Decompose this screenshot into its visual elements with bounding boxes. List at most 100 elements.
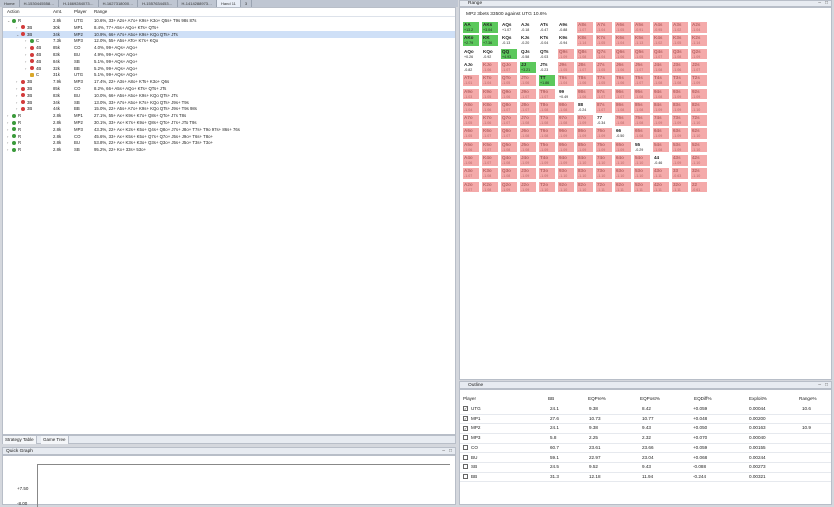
hand-cell[interactable]: QTo -1.05: [500, 74, 518, 87]
hand-cell[interactable]: K2o -1.08: [481, 180, 499, 194]
hand-cell[interactable]: K7o -1.06: [481, 114, 499, 127]
hand-cell[interactable]: 96s -1.07: [614, 87, 632, 101]
hand-cell[interactable]: 66 -0.50: [614, 127, 632, 141]
document-tab[interactable]: H-1627318000…: [99, 0, 139, 7]
hand-cell[interactable]: Q7s -1.04: [595, 47, 613, 61]
hand-cell[interactable]: J3s -1.06: [671, 60, 689, 74]
hand-cell[interactable]: KQo -0.92: [481, 47, 499, 61]
hand-cell[interactable]: K3o -1.08: [481, 167, 499, 181]
hand-cell[interactable]: 22 -0.61: [690, 180, 708, 194]
hand-cell[interactable]: 42s -1.10: [690, 154, 708, 167]
hand-cell[interactable]: A3o -1.07: [462, 167, 480, 181]
hand-cell[interactable]: 72o -1.11: [595, 180, 613, 194]
document-tab[interactable]: 3: [241, 0, 253, 7]
hand-cell[interactable]: 87o -1.09: [576, 114, 594, 127]
hand-cell[interactable]: J3o -1.09: [519, 167, 537, 181]
hand-cell[interactable]: 53o -1.10: [633, 167, 651, 181]
hand-cell[interactable]: 43o -1.11: [652, 167, 670, 181]
hand-cell[interactable]: 86o -1.09: [576, 127, 594, 141]
outline-col-eqpost[interactable]: EQPost%: [640, 396, 660, 401]
hand-cell[interactable]: JTs -0.23: [538, 60, 556, 74]
hand-cell[interactable]: 75s -1.08: [633, 114, 651, 127]
hand-cell[interactable]: 33 -0.63: [671, 167, 689, 181]
hand-cell[interactable]: 54s -1.08: [652, 140, 670, 154]
outline-col-range[interactable]: Range%: [799, 396, 817, 401]
hand-cell[interactable]: Q4o -1.08: [500, 154, 518, 167]
outline-row[interactable]: BB 31.3 12.18 11.94 -0.244 0.00321: [460, 472, 831, 483]
outline-col-player[interactable]: Player: [463, 396, 476, 401]
hand-cell[interactable]: 97s -1.07: [595, 87, 613, 101]
hand-cell[interactable]: 84s -1.09: [652, 100, 670, 114]
hand-cell[interactable]: TT +1.86: [538, 74, 556, 87]
player-checkbox[interactable]: ✓: [463, 425, 468, 431]
hand-cell[interactable]: AKs +3.04: [481, 21, 499, 34]
hand-cell[interactable]: 85o -1.09: [576, 140, 594, 154]
hand-cell[interactable]: J9o -1.07: [519, 87, 537, 101]
hand-cell[interactable]: 93o -1.10: [557, 167, 575, 181]
col-header-action[interactable]: Action: [7, 8, 20, 16]
hand-cell[interactable]: 73o -1.10: [595, 167, 613, 181]
hand-cell[interactable]: KTs -0.04: [538, 34, 556, 48]
hand-cell[interactable]: AKo +2.79: [462, 34, 480, 48]
document-tab[interactable]: H-1669284073…: [59, 0, 99, 7]
minimize-icon[interactable]: –: [818, 382, 821, 388]
hand-cell[interactable]: 82s -1.10: [690, 100, 708, 114]
player-checkbox[interactable]: [463, 454, 468, 460]
hand-cell[interactable]: T2o -1.10: [538, 180, 556, 194]
outline-col-eqdiff[interactable]: EQDiff%: [694, 396, 712, 401]
hand-cell[interactable]: 72s -1.10: [690, 114, 708, 127]
hand-cell[interactable]: 73s -1.09: [671, 114, 689, 127]
minimize-icon[interactable]: –: [818, 0, 821, 6]
hand-cell[interactable]: T5s -1.07: [633, 74, 651, 87]
hand-cell[interactable]: JJ +3.21: [519, 60, 537, 74]
hand-cell[interactable]: 94o -1.09: [557, 154, 575, 167]
hand-cell[interactable]: T7o -1.08: [538, 114, 556, 127]
document-tab[interactable]: H-1530445558…: [20, 0, 60, 7]
hand-cell[interactable]: A5s -0.91: [633, 21, 651, 34]
player-checkbox[interactable]: ✓: [463, 415, 468, 421]
hand-cell[interactable]: Q7o -1.07: [500, 114, 518, 127]
player-checkbox[interactable]: [463, 445, 468, 451]
hand-cell[interactable]: 65o -1.09: [614, 140, 632, 154]
player-checkbox[interactable]: [463, 474, 468, 480]
hand-cell[interactable]: 76o -1.09: [595, 127, 613, 141]
hand-cell[interactable]: J7s -1.05: [595, 60, 613, 74]
hand-cell[interactable]: A2s -1.04: [690, 21, 708, 34]
hand-cell[interactable]: J6s -1.06: [614, 60, 632, 74]
hand-cell[interactable]: T6s -1.06: [614, 74, 632, 87]
tab-strategy-table[interactable]: Strategy Table: [3, 436, 37, 444]
hand-cell[interactable]: 95s -1.08: [633, 87, 651, 101]
hand-cell[interactable]: 32s -1.10: [690, 167, 708, 181]
maximize-icon[interactable]: □: [449, 448, 452, 454]
hand-cell[interactable]: 93s -1.09: [671, 87, 689, 101]
hand-cell[interactable]: 76s -1.08: [614, 114, 632, 127]
hand-cell[interactable]: K6s -1.04: [614, 34, 632, 48]
hand-cell[interactable]: J4o -1.09: [519, 154, 537, 167]
hand-cell[interactable]: 52o -1.11: [633, 180, 651, 194]
hand-cell[interactable]: A5o -1.06: [462, 140, 480, 154]
document-tab[interactable]: H-1414288973…: [178, 0, 218, 7]
hand-cell[interactable]: T6o -1.08: [538, 127, 556, 141]
hand-cell[interactable]: AA +13.2: [462, 21, 480, 34]
hand-cell[interactable]: KTo -1.04: [481, 74, 499, 87]
hand-cell[interactable]: 92s -1.09: [690, 87, 708, 101]
document-tab[interactable]: H-1557634453…: [138, 0, 178, 7]
hand-cell[interactable]: T8s -1.06: [576, 74, 594, 87]
hand-cell[interactable]: QJs -0.58: [519, 47, 537, 61]
hand-cell[interactable]: ATs -0.47: [538, 21, 556, 34]
hand-cell[interactable]: ATo -1.01: [462, 74, 480, 87]
hand-cell[interactable]: 32o -1.11: [671, 180, 689, 194]
hand-cell[interactable]: Q6o -1.07: [500, 127, 518, 141]
hand-cell[interactable]: J7o -1.08: [519, 114, 537, 127]
hand-cell[interactable]: 82o -1.10: [576, 180, 594, 194]
hand-cell[interactable]: 42o -1.11: [652, 180, 670, 194]
player-checkbox[interactable]: ✓: [463, 406, 468, 412]
hand-cell[interactable]: K3s -1.05: [671, 34, 689, 48]
hand-cell[interactable]: Q8o -1.07: [500, 100, 518, 114]
hand-cell[interactable]: Q9s -1.09: [557, 47, 575, 61]
outline-col-exploit[interactable]: Exploit%: [749, 396, 767, 401]
hand-cell[interactable]: K5o -1.07: [481, 140, 499, 154]
outline-col-bb[interactable]: BB: [548, 396, 554, 401]
hand-cell[interactable]: 64o -1.10: [614, 154, 632, 167]
col-header-range[interactable]: Range: [94, 8, 107, 16]
